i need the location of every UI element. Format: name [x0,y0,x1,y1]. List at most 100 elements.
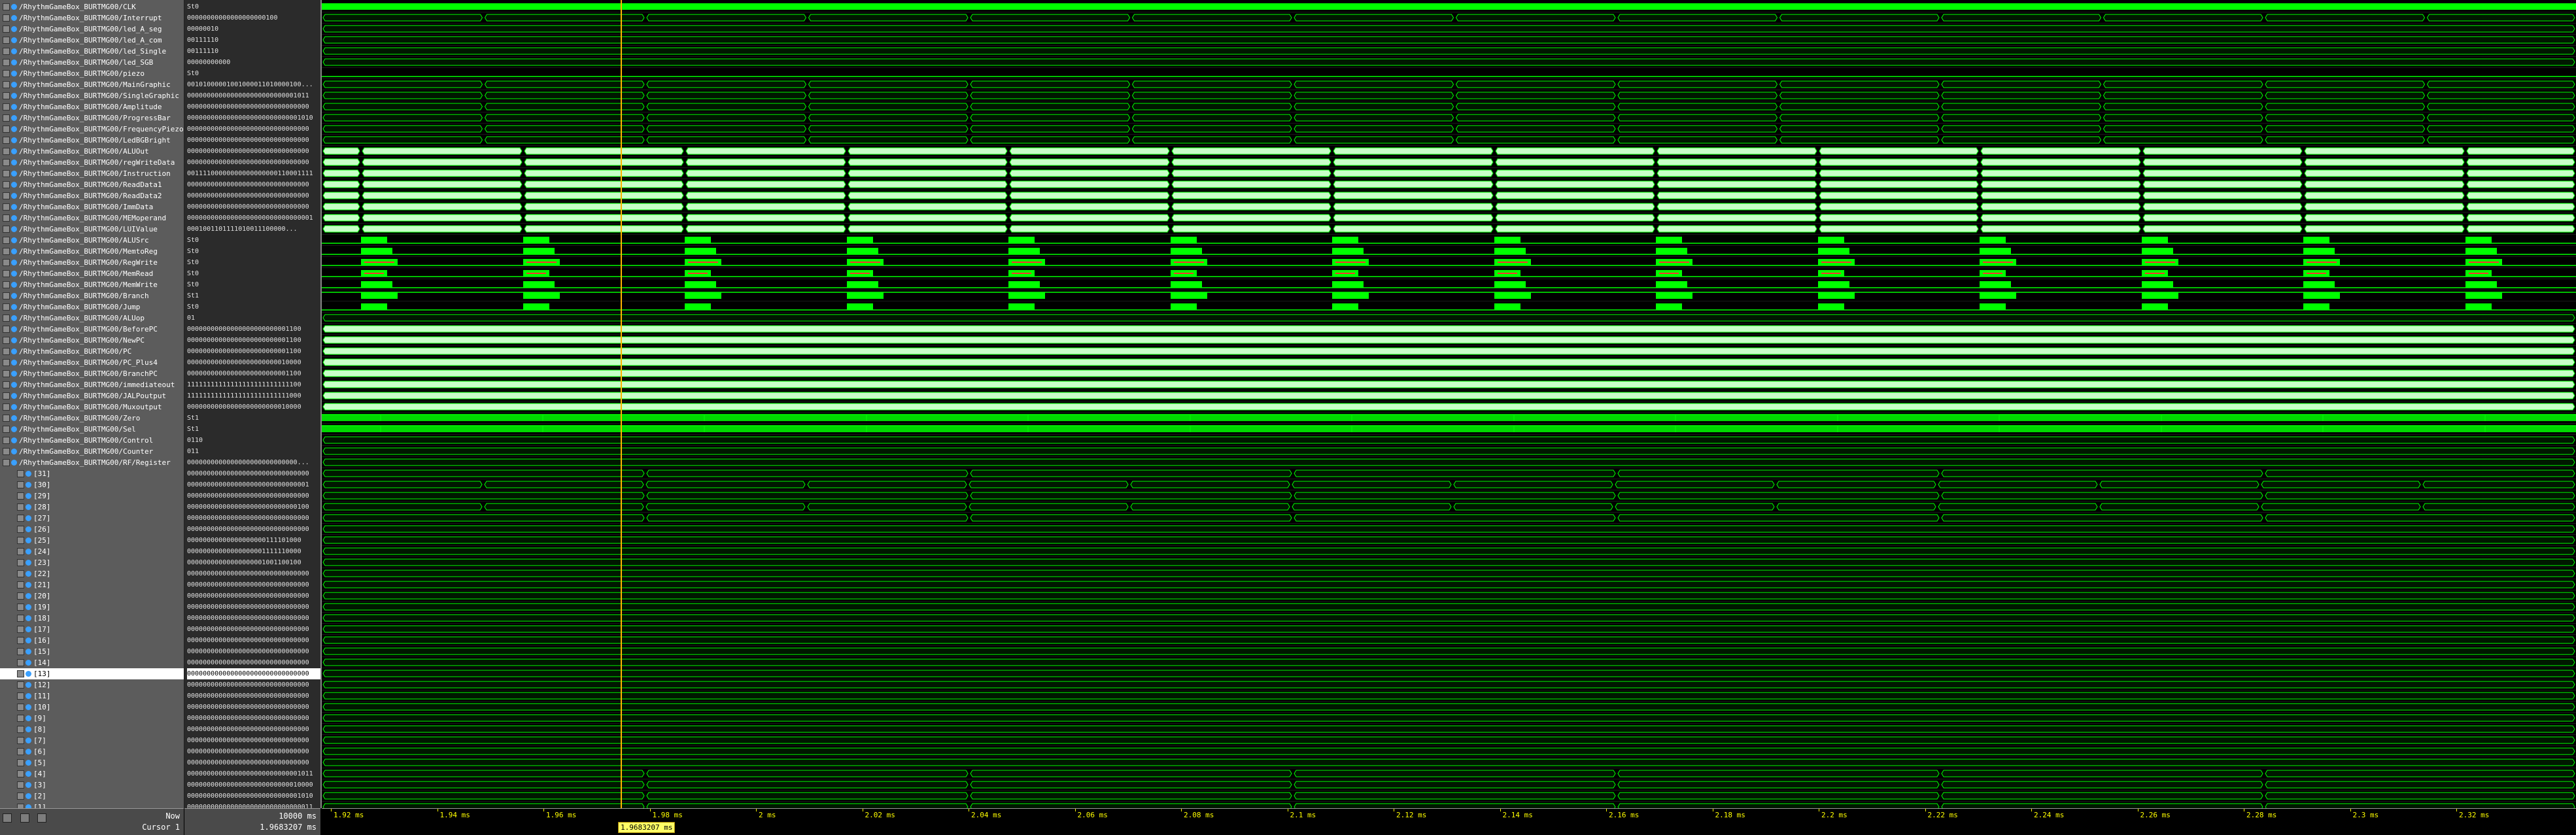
expand-icon[interactable] [17,492,24,500]
expand-icon[interactable] [3,3,10,10]
expand-icon[interactable] [17,670,24,677]
expand-icon[interactable] [3,26,10,33]
register-row-name[interactable]: [7] [0,735,184,746]
expand-icon[interactable] [3,315,10,322]
waveform-row[interactable] [322,225,2576,235]
expand-icon[interactable] [17,615,24,622]
expand-icon[interactable] [17,503,24,511]
expand-icon[interactable] [3,203,10,211]
signal-row-name[interactable]: /RhythmGameBox_BURTMG00/Muxoutput [0,401,184,413]
signal-row-name[interactable]: /RhythmGameBox_BURTMG00/BeforePC [0,324,184,335]
expand-icon[interactable] [3,226,10,233]
waveform-row[interactable] [322,725,2576,735]
waveform-row[interactable] [322,692,2576,702]
register-row-name[interactable]: [1] [0,802,184,808]
expand-icon[interactable] [17,637,24,644]
waveform-row[interactable] [322,147,2576,157]
expand-icon[interactable] [17,604,24,611]
expand-icon[interactable] [3,159,10,166]
waveform-row[interactable] [322,270,2576,279]
expand-icon[interactable] [3,148,10,155]
register-row-name[interactable]: [26] [0,524,184,535]
register-row-name[interactable]: [11] [0,690,184,702]
expand-icon[interactable] [3,114,10,122]
expand-icon[interactable] [3,459,10,466]
register-row-name[interactable]: [5] [0,757,184,768]
waveform-row[interactable] [322,369,2576,379]
waveform-row[interactable] [322,336,2576,346]
waveform-row[interactable] [322,670,2576,679]
expand-icon[interactable] [3,92,10,99]
signal-row-name[interactable]: /RhythmGameBox_BURTMG00/ReadData2 [0,190,184,201]
waveform-row[interactable] [322,469,2576,479]
waveform-row[interactable] [322,581,2576,590]
expand-icon[interactable] [17,537,24,544]
signal-row-name[interactable]: /RhythmGameBox_BURTMG00/Jump [0,301,184,313]
register-row-name[interactable]: [23] [0,557,184,568]
waveform-row[interactable] [322,736,2576,746]
waveform-row[interactable] [322,747,2576,757]
expand-icon[interactable] [3,37,10,44]
expand-icon[interactable] [3,70,10,77]
expand-icon[interactable] [17,770,24,777]
expand-icon[interactable] [3,326,10,333]
expand-icon[interactable] [17,581,24,588]
signal-row-name[interactable]: /RhythmGameBox_BURTMG00/ALUOut [0,146,184,157]
expand-icon[interactable] [17,548,24,555]
waveform-row[interactable] [322,14,2576,24]
waveform-row[interactable] [322,570,2576,579]
expand-icon[interactable] [3,370,10,377]
expand-icon[interactable] [3,181,10,188]
expand-icon[interactable] [17,526,24,533]
signal-row-name[interactable]: /RhythmGameBox_BURTMG00/Instruction [0,168,184,179]
signal-row-name[interactable]: /RhythmGameBox_BURTMG00/Branch [0,290,184,301]
waveform-row[interactable] [322,180,2576,190]
register-row-name[interactable]: [14] [0,657,184,668]
waveform-row[interactable] [322,169,2576,179]
expand-icon[interactable] [3,437,10,444]
waveform-row[interactable] [322,592,2576,602]
expand-icon[interactable] [3,192,10,199]
expand-icon[interactable] [17,737,24,744]
expand-icon[interactable] [3,14,10,22]
signal-row-name[interactable]: /RhythmGameBox_BURTMG00/Counter [0,446,184,457]
signal-row-name[interactable]: /RhythmGameBox_BURTMG00/NewPC [0,335,184,346]
signal-row-name[interactable]: /RhythmGameBox_BURTMG00/led_A_seg [0,24,184,35]
waveform-row[interactable] [322,681,2576,690]
waveform-row[interactable] [322,347,2576,357]
signal-row-name[interactable]: /RhythmGameBox_BURTMG00/MainGraphic [0,79,184,90]
waveform-row[interactable] [322,381,2576,390]
expand-icon[interactable] [17,681,24,689]
signal-row-name[interactable]: /RhythmGameBox_BURTMG00/FrequencyPiezo [0,124,184,135]
waveform-row[interactable] [322,614,2576,624]
waveform-row[interactable] [322,192,2576,201]
waveform-row[interactable] [322,314,2576,324]
register-row-name[interactable]: [2] [0,791,184,802]
waveform-row[interactable] [322,525,2576,535]
waveform-row[interactable] [322,259,2576,268]
expand-icon[interactable] [17,592,24,600]
expand-icon[interactable] [3,403,10,411]
expand-icon[interactable] [17,792,24,800]
waveform-row[interactable] [322,625,2576,635]
waveform-row[interactable] [322,76,2576,79]
waveform-row[interactable] [322,248,2576,257]
waveform-row[interactable] [322,636,2576,646]
register-row-name[interactable]: [27] [0,513,184,524]
waveform-row[interactable] [322,403,2576,413]
register-row-name[interactable]: [28] [0,502,184,513]
waveform-row[interactable] [322,770,2576,779]
waveform-row[interactable] [322,447,2576,457]
expand-icon[interactable] [3,103,10,111]
signal-row-name[interactable]: /RhythmGameBox_BURTMG00/led_SGB [0,57,184,68]
waveform-row[interactable] [322,781,2576,791]
expand-icon[interactable] [17,481,24,488]
register-row-name[interactable]: [16] [0,635,184,646]
waveform-row[interactable] [322,80,2576,90]
waveform-row[interactable] [322,414,2576,424]
register-row-name[interactable]: [17] [0,624,184,635]
signal-row-name[interactable]: /RhythmGameBox_BURTMG00/RF/Register [0,457,184,468]
waveform-row[interactable] [322,703,2576,713]
expand-icon[interactable] [3,337,10,344]
signal-row-name[interactable]: /RhythmGameBox_BURTMG00/MemRead [0,268,184,279]
